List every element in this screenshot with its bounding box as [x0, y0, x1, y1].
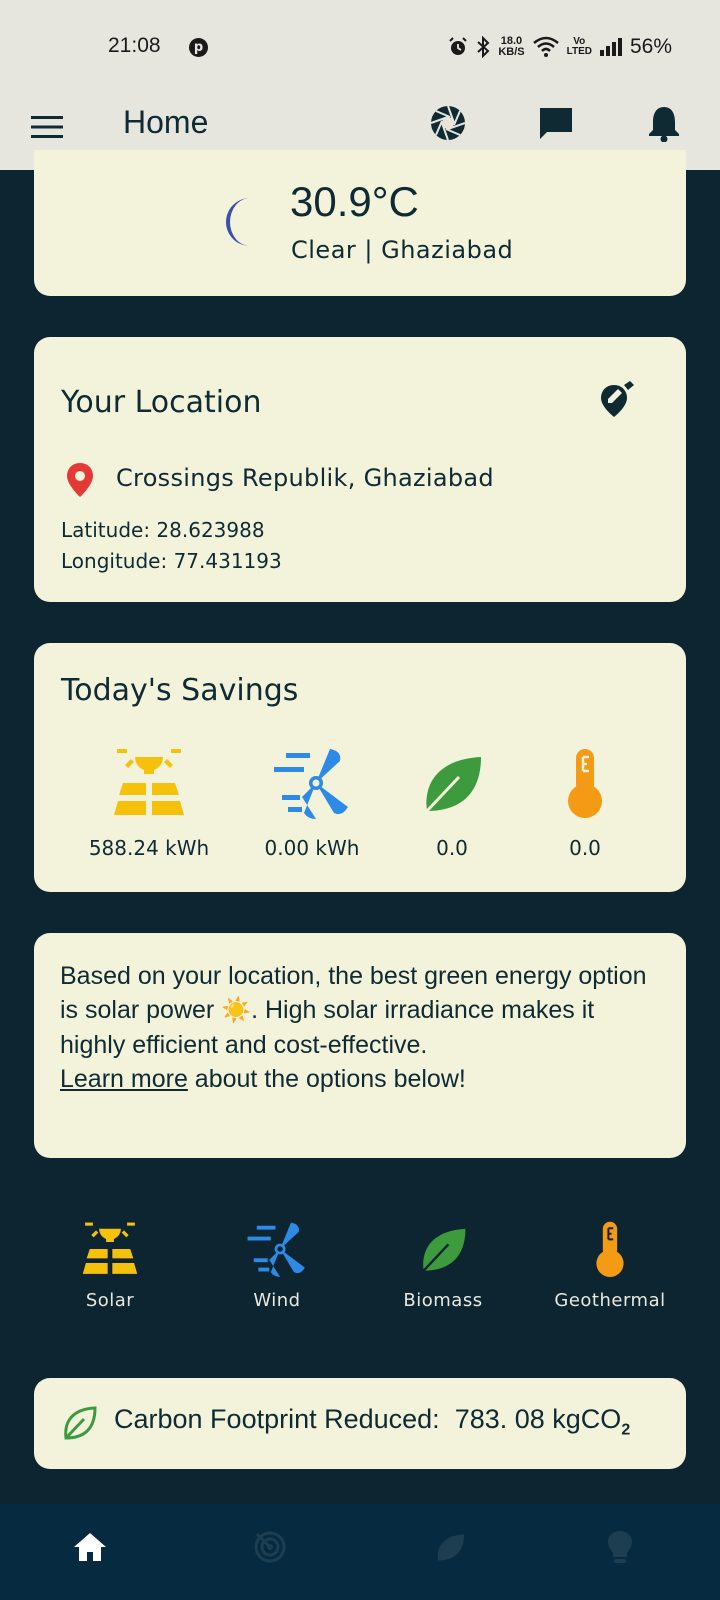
volte-indicator: Vo LTED [567, 37, 592, 57]
option-biomass[interactable]: Biomass [363, 1218, 523, 1311]
location-card: Your Location Crossings Republik, Ghazia… [34, 337, 686, 602]
radar-icon [254, 1531, 286, 1563]
savings-heading: Today's Savings [61, 673, 299, 708]
page-title: Home [123, 104, 209, 140]
thermometer-icon [568, 749, 602, 818]
signal-icon [599, 38, 622, 56]
option-biomass-label: Biomass [403, 1290, 483, 1311]
carbon-footprint-text: Carbon Footprint Reduced: 783. 08 kgCO2 [114, 1404, 630, 1439]
menu-icon[interactable] [31, 114, 63, 140]
network-speed: 18.0 KB/S [498, 36, 524, 58]
savings-solar: 588.24 kWh [69, 743, 229, 860]
option-solar[interactable]: Solar [30, 1218, 190, 1311]
nav-eco[interactable] [420, 1522, 480, 1572]
recommendation-text: Based on your location, the best green e… [60, 959, 660, 1096]
leaf-icon [422, 1228, 466, 1272]
longitude: Longitude: 77.431193 [61, 549, 282, 573]
learn-more-link[interactable]: Learn more [60, 1065, 188, 1093]
option-wind-label: Wind [253, 1290, 301, 1311]
nav-radar[interactable] [240, 1522, 300, 1572]
alarm-icon [449, 37, 468, 55]
savings-wind: 0.00 kWh [232, 743, 392, 860]
geothermal-savings-value: 0.0 [569, 836, 601, 860]
energy-options: Solar Wind Biomass Geothermal [0, 1218, 720, 1318]
chat-icon[interactable] [538, 106, 574, 142]
volte-bottom: LTED [566, 46, 592, 57]
thermometer-icon [596, 1221, 624, 1277]
status-icons: 18.0 KB/S Vo LTED 56% [448, 32, 672, 62]
bluetooth-icon [477, 36, 490, 58]
solar-panel-icon [82, 1222, 138, 1274]
bottom-navigation [0, 1504, 720, 1600]
leaf-icon [425, 757, 481, 813]
advice-text-3: about the options below! [187, 1065, 466, 1093]
leaf-icon [437, 1534, 465, 1561]
battery-level: 56% [629, 35, 672, 58]
leaf-outline-icon [64, 1406, 97, 1440]
camera-aperture-icon[interactable] [429, 104, 467, 142]
edit-location-icon[interactable] [599, 381, 635, 419]
home-icon [74, 1533, 106, 1561]
recommendation-card: Based on your location, the best green e… [34, 933, 686, 1158]
notification-bell-icon[interactable] [648, 104, 680, 142]
sun-icon: ☀️ [221, 997, 252, 1024]
carbon-value: 783. 08 kgCO [454, 1404, 622, 1434]
savings-geothermal: 0.0 [505, 743, 665, 860]
option-geothermal-label: Geothermal [554, 1290, 666, 1311]
status-bar: 21:08 p 18.0 KB/S Vo LTED 56% [0, 0, 720, 90]
option-geothermal[interactable]: Geothermal [530, 1218, 690, 1311]
nav-ideas[interactable] [590, 1522, 650, 1572]
option-wind[interactable]: Wind [197, 1218, 357, 1311]
lightbulb-icon [608, 1531, 632, 1563]
option-solar-label: Solar [85, 1290, 135, 1311]
latitude: Latitude: 28.623988 [61, 518, 265, 542]
nav-home[interactable] [60, 1522, 120, 1572]
wind-turbine-icon [274, 749, 348, 819]
todays-savings-card: Today's Savings 588.24 kWh 0.00 kWh 0.0 … [34, 643, 686, 892]
speed-unit: KB/S [498, 46, 525, 58]
weather-description: Clear | Ghaziabad [291, 236, 514, 264]
pinterest-icon: p [189, 38, 208, 57]
solar-panel-icon [114, 749, 184, 815]
weather-card: 30.9°C Clear | Ghaziabad [34, 150, 686, 296]
location-heading: Your Location [61, 385, 262, 420]
wind-turbine-icon [247, 1222, 305, 1277]
carbon-footprint-card: Carbon Footprint Reduced: 783. 08 kgCO2 [34, 1378, 686, 1469]
carbon-subscript: 2 [621, 1421, 631, 1439]
location-place: Crossings Republik, Ghaziabad [116, 464, 494, 492]
wind-savings-value: 0.00 kWh [264, 836, 360, 860]
location-pin-icon [67, 463, 93, 497]
moon-icon [226, 198, 250, 246]
solar-savings-value: 588.24 kWh [88, 836, 210, 860]
carbon-label: Carbon Footprint Reduced: [114, 1404, 440, 1434]
status-time: 21:08 [108, 34, 161, 57]
temperature: 30.9°C [290, 178, 419, 225]
wifi-icon [532, 36, 559, 57]
